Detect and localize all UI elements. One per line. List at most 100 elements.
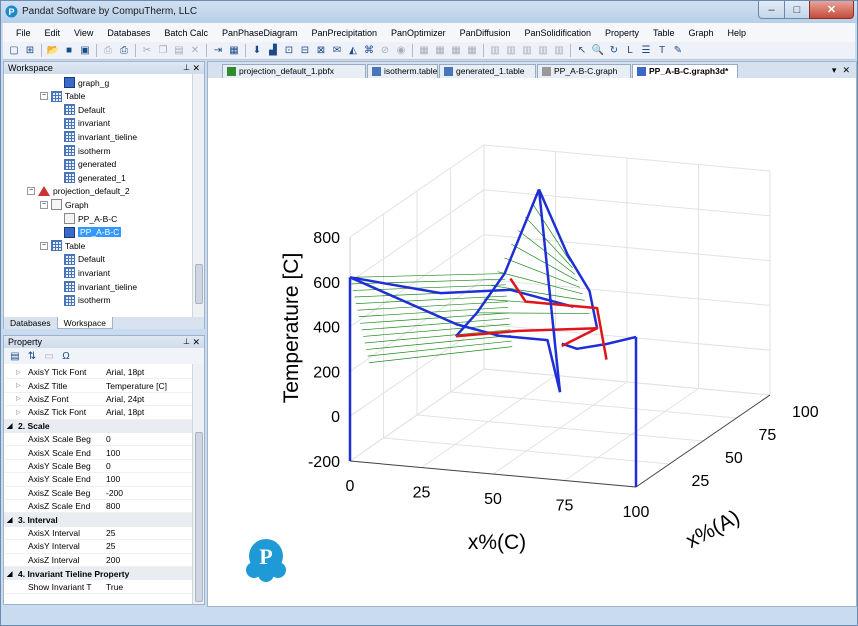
property-row[interactable]: AxisX Interval 25 bbox=[4, 527, 192, 541]
property-row[interactable]: Show Invariant T True bbox=[4, 580, 192, 594]
close-icon[interactable]: ✕ bbox=[192, 336, 200, 348]
tree-item[interactable]: isotherm bbox=[64, 294, 111, 307]
maximize-button[interactable]: □ bbox=[784, 1, 810, 19]
property-value[interactable]: 0 bbox=[106, 434, 111, 444]
tree-item[interactable]: Default bbox=[64, 103, 105, 116]
document-tab[interactable]: generated_1.table bbox=[439, 64, 536, 78]
property-category[interactable]: ◢ 4. Invariant Tieline Property bbox=[4, 567, 192, 581]
property-row[interactable]: AxisZ Scale End 800 bbox=[4, 500, 192, 514]
tree-item[interactable]: − Graph bbox=[40, 198, 89, 211]
tree-item[interactable]: Default bbox=[64, 253, 105, 266]
layout-4-icon[interactable]: ▥ bbox=[536, 44, 550, 58]
property-value[interactable]: 0 bbox=[106, 461, 111, 471]
property-row[interactable]: ▷ AxisZ Font Arial, 24pt bbox=[4, 393, 192, 407]
property-value[interactable]: Arial, 24pt bbox=[106, 394, 144, 404]
menu-databases[interactable]: Databases bbox=[100, 28, 157, 38]
new-window-icon[interactable]: ⊞ bbox=[23, 44, 37, 58]
property-category[interactable]: ◢ 2. Scale bbox=[4, 419, 192, 433]
tree-item[interactable]: invariant_tieline bbox=[64, 130, 137, 143]
new-file-icon[interactable]: ▢ bbox=[7, 44, 21, 58]
solidification-icon[interactable]: ◉ bbox=[394, 44, 408, 58]
print-icon[interactable]: ⎙ bbox=[117, 44, 131, 58]
tree-item[interactable]: invariant bbox=[64, 266, 110, 279]
close-icon[interactable]: ✕ bbox=[192, 62, 200, 74]
table-icon[interactable]: ▦ bbox=[227, 44, 241, 58]
copy-icon[interactable]: ❐ bbox=[156, 44, 170, 58]
menu-pansolidification[interactable]: PanSolidification bbox=[517, 28, 598, 38]
chart-icon[interactable]: ▟ bbox=[266, 44, 280, 58]
section-icon[interactable]: ⊠ bbox=[314, 44, 328, 58]
property-scrollbar[interactable] bbox=[192, 364, 204, 604]
close-button[interactable]: ✕ bbox=[809, 1, 854, 19]
open-folder-icon[interactable]: 📂 bbox=[46, 44, 60, 58]
pin-icon[interactable]: ⊥ bbox=[183, 62, 190, 74]
text-icon[interactable]: T bbox=[655, 44, 669, 58]
legend-icon[interactable]: ☰ bbox=[639, 44, 653, 58]
menu-panphasediagram[interactable]: PanPhaseDiagram bbox=[215, 28, 305, 38]
menu-graph[interactable]: Graph bbox=[682, 28, 721, 38]
tree-item[interactable]: graph_g bbox=[64, 76, 109, 89]
export-icon[interactable]: ⇥ bbox=[211, 44, 225, 58]
property-value[interactable]: 100 bbox=[106, 474, 120, 484]
tree-item[interactable]: − projection_default_2 bbox=[27, 185, 130, 198]
expand-triangle-icon[interactable]: ▷ bbox=[16, 409, 21, 416]
collapse-icon[interactable]: − bbox=[40, 92, 48, 101]
diffusion-icon[interactable]: ⊘ bbox=[378, 44, 392, 58]
tree-item[interactable]: invariant bbox=[64, 117, 110, 130]
property-value[interactable]: 200 bbox=[106, 555, 120, 565]
property-value[interactable]: Arial, 18pt bbox=[106, 407, 144, 417]
expand-triangle-icon[interactable]: ▷ bbox=[16, 382, 21, 389]
grid-4-icon[interactable]: ▦ bbox=[465, 44, 479, 58]
paste-icon[interactable]: ▤ bbox=[172, 44, 186, 58]
line-icon[interactable]: ⊟ bbox=[298, 44, 312, 58]
property-category[interactable]: ◢ 3. Interval bbox=[4, 513, 192, 527]
property-value[interactable]: -200 bbox=[106, 488, 123, 498]
menu-batch-calc[interactable]: Batch Calc bbox=[157, 28, 215, 38]
scrollbar-thumb[interactable] bbox=[195, 432, 203, 602]
save-all-icon[interactable]: ▣ bbox=[78, 44, 92, 58]
layout-2-icon[interactable]: ▥ bbox=[504, 44, 518, 58]
label-icon[interactable]: L bbox=[623, 44, 637, 58]
zoom-icon[interactable]: 🔍 bbox=[591, 44, 605, 58]
sort-alpha-icon[interactable]: ⇅ bbox=[25, 349, 39, 363]
collapse-icon[interactable]: − bbox=[27, 187, 35, 196]
property-value[interactable]: Temperature [C] bbox=[106, 381, 167, 391]
grid-2-icon[interactable]: ▦ bbox=[433, 44, 447, 58]
grid-3-icon[interactable]: ▦ bbox=[449, 44, 463, 58]
menu-pandiffusion[interactable]: PanDiffusion bbox=[453, 28, 518, 38]
property-row[interactable]: AxisY Interval 25 bbox=[4, 540, 192, 554]
close-document-icon[interactable]: ✕ bbox=[842, 65, 850, 76]
tree-item[interactable]: PP_A-B-C bbox=[64, 212, 117, 225]
layout-3-icon[interactable]: ▥ bbox=[520, 44, 534, 58]
menu-panprecipitation[interactable]: PanPrecipitation bbox=[305, 28, 385, 38]
expand-triangle-icon[interactable]: ▷ bbox=[16, 369, 21, 376]
menu-property[interactable]: Property bbox=[598, 28, 646, 38]
property-value[interactable]: Arial, 18pt bbox=[106, 367, 144, 377]
tab-workspace[interactable]: Workspace bbox=[56, 317, 113, 329]
property-row[interactable]: ▷ AxisY Tick Font Arial, 18pt bbox=[4, 366, 192, 380]
cut-icon[interactable]: ✂ bbox=[140, 44, 154, 58]
tree-item[interactable]: PP_A-B-C bbox=[64, 226, 122, 239]
menu-panoptimizer[interactable]: PanOptimizer bbox=[384, 28, 453, 38]
optimizer-icon[interactable]: ⌘ bbox=[362, 44, 376, 58]
collapse-triangle-icon[interactable]: ◢ bbox=[7, 422, 12, 430]
menu-edit[interactable]: Edit bbox=[38, 28, 68, 38]
property-value[interactable]: 100 bbox=[106, 448, 120, 458]
document-tab[interactable]: PP_A-B-C.graph bbox=[537, 64, 631, 78]
property-value[interactable]: 25 bbox=[106, 541, 115, 551]
property-row[interactable]: ▷ AxisZ Tick Font Arial, 18pt bbox=[4, 406, 192, 420]
expand-triangle-icon[interactable]: ▷ bbox=[16, 395, 21, 402]
save-icon[interactable]: ■ bbox=[62, 44, 76, 58]
tree-item[interactable]: generated_1 bbox=[64, 171, 126, 184]
pencil-icon[interactable]: ✎ bbox=[671, 44, 685, 58]
tab-list-dropdown-icon[interactable]: ▾ bbox=[832, 65, 837, 76]
property-row[interactable]: AxisZ Interval 200 bbox=[4, 554, 192, 567]
tree-item[interactable]: invariant_tieline bbox=[64, 280, 137, 293]
property-value[interactable]: 800 bbox=[106, 501, 120, 511]
scrollbar-thumb[interactable] bbox=[195, 264, 203, 304]
property-value[interactable]: True bbox=[106, 582, 123, 592]
property-row[interactable]: AxisZ Scale Beg -200 bbox=[4, 487, 192, 500]
pointer-icon[interactable]: ↖ bbox=[575, 44, 589, 58]
tree-item[interactable]: − Table bbox=[40, 239, 85, 252]
property-row[interactable]: AxisY Scale Beg 0 bbox=[4, 460, 192, 474]
